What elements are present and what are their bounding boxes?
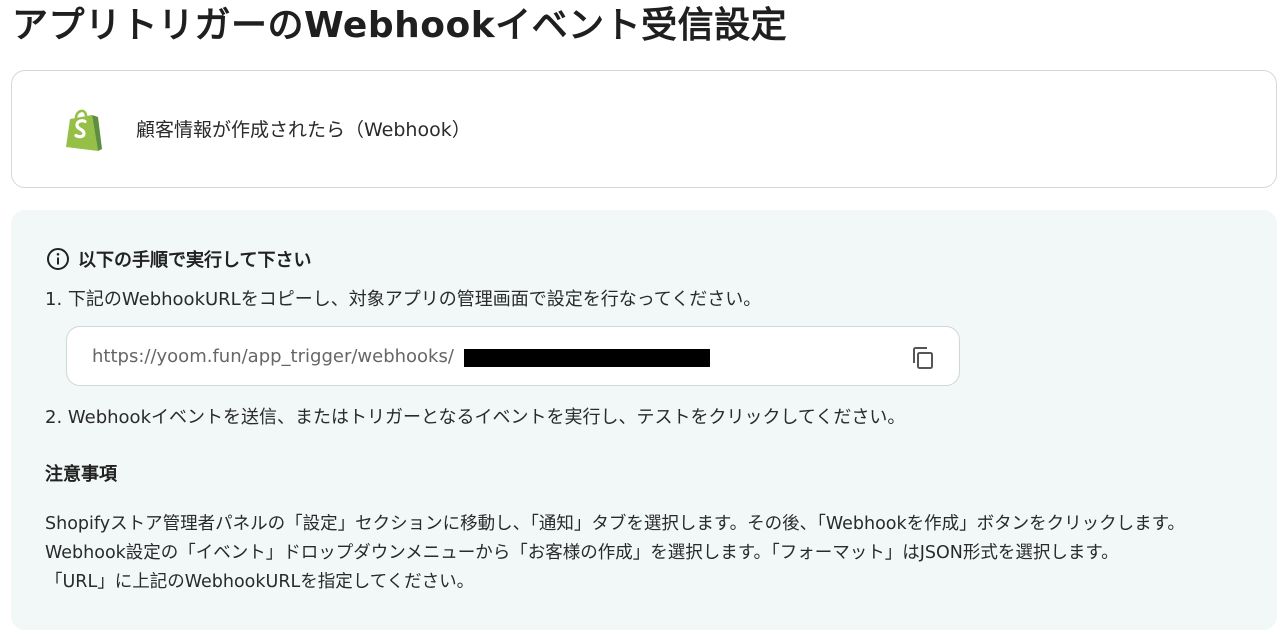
shopify-bag-icon <box>66 109 102 151</box>
page-title: アプリトリガーのWebhookイベント受信設定 <box>12 5 788 46</box>
webhook-url-field[interactable]: https://yoom.fun/app_trigger/webhooks/ <box>66 326 960 386</box>
instructions-panel: 以下の手順で実行して下さい 1. 下記のWebhookURLをコピーし、対象アプ… <box>11 210 1277 630</box>
trigger-label: 顧客情報が作成されたら（Webhook） <box>136 119 471 141</box>
note-line: 「URL」に上記のWebhookURLを指定してください。 <box>45 572 475 592</box>
note-line: Webhook設定の「イベント」ドロップダウンメニューから「お客様の作成」を選択… <box>45 543 1119 563</box>
instructions-header: 以下の手順で実行して下さい <box>46 246 311 272</box>
page: アプリトリガーのWebhookイベント受信設定 顧客情報が作成されたら（Webh… <box>0 0 1284 636</box>
redacted-url-token <box>464 349 710 367</box>
copy-icon[interactable] <box>909 344 937 372</box>
note-line: Shopifyストア管理者パネルの「設定」セクションに移動し、「通知」タブを選択… <box>45 514 1185 534</box>
webhook-url-text[interactable]: https://yoom.fun/app_trigger/webhooks/ <box>92 344 454 370</box>
notes-title: 注意事項 <box>45 464 117 485</box>
instruction-step-2: 2. Webhookイベントを送信、またはトリガーとなるイベントを実行し、テスト… <box>45 407 906 428</box>
instructions-title: 以下の手順で実行して下さい <box>78 250 312 271</box>
info-icon <box>47 248 69 270</box>
trigger-card: 顧客情報が作成されたら（Webhook） <box>11 70 1277 188</box>
instruction-step-1: 1. 下記のWebhookURLをコピーし、対象アプリの管理画面で設定を行なって… <box>45 289 762 310</box>
